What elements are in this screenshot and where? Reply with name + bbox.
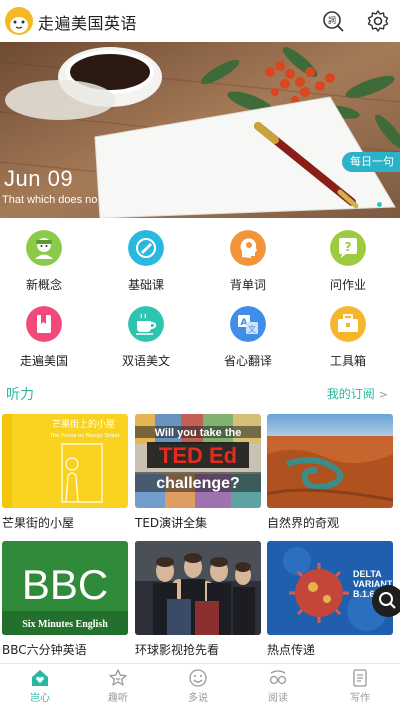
svg-text:?: ?	[345, 240, 352, 254]
head-icon	[230, 230, 266, 266]
my-subscriptions-link[interactable]: 我的订阅 >	[327, 385, 388, 402]
card-thumbnail: Will you take the TED Ed challenge?	[135, 414, 261, 508]
translate-icon: A 文	[230, 306, 266, 342]
carousel-indicator	[377, 202, 382, 207]
grid-item-toolbox[interactable]: 工具箱	[298, 306, 398, 376]
thumb-en-title: The House on Mango Street	[49, 433, 120, 439]
bottom-nav: 岂心 趣听 多说 阅读 写作	[0, 663, 400, 703]
svg-text:詞: 詞	[328, 15, 336, 25]
grid-label: 走遍美国	[19, 354, 68, 368]
thumb-bbc: BBC	[22, 561, 108, 608]
my-subscriptions-label: 我的订阅	[326, 387, 375, 401]
dictionary-search-icon[interactable]: 詞	[321, 9, 345, 33]
grid-label: 基础课	[127, 278, 164, 292]
question-icon: ?	[330, 230, 366, 266]
coffee-icon	[128, 306, 164, 342]
thumb-challenge: challenge?	[156, 475, 240, 492]
grid-item-family-album[interactable]: 走遍美国	[0, 306, 94, 376]
nav-label: 岂心	[30, 693, 50, 703]
person-icon	[26, 230, 62, 266]
smile-icon	[189, 669, 207, 687]
nav-item-read[interactable]: 阅读	[238, 664, 318, 703]
card-thumbnail: 芒果街上的小屋 The House on Mango Street	[2, 414, 128, 508]
book-icon	[128, 230, 164, 266]
card-title: 热点传递	[267, 643, 316, 657]
card-thumbnail	[267, 414, 393, 508]
grid-label: 省心翻译	[223, 354, 272, 368]
nav-label: 写作	[350, 693, 370, 703]
card-title: 环球影视抢先看	[135, 643, 220, 657]
grid-label: 双语美文	[121, 354, 170, 368]
daily-quote-banner[interactable]: Jun 09 That which does no 每日一句	[0, 42, 400, 218]
grid-label: 工具箱	[329, 354, 366, 368]
app-title: 走遍美国英语	[38, 14, 138, 33]
nav-label: 趣听	[108, 693, 128, 703]
fox-avatar-icon[interactable]	[4, 5, 34, 37]
grid-label: 问作业	[329, 278, 366, 292]
banner-quote: That which does no	[2, 194, 98, 206]
toolbox-icon	[330, 306, 366, 342]
daily-sentence-badge[interactable]: 每日一句	[342, 152, 400, 172]
nav-item-write[interactable]: 写作	[320, 664, 400, 703]
bookmark-icon	[26, 306, 62, 342]
thumb-question: Will you take the	[155, 427, 242, 439]
banner-date: Jun 09	[4, 166, 74, 191]
grid-label: 新概念	[25, 278, 62, 292]
card-title: 芒果街的小屋	[2, 516, 75, 530]
grid-item-new-concept[interactable]: 新概念	[0, 230, 94, 300]
nav-label: 阅读	[268, 693, 288, 703]
card-thumbnail	[135, 541, 261, 635]
nav-item-home[interactable]: 岂心	[0, 664, 80, 703]
home-heart-icon	[32, 670, 48, 686]
grid-label: 背单词	[229, 278, 266, 292]
floating-search-button[interactable]	[372, 585, 400, 617]
grid-item-translate[interactable]: A 文 省心翻译	[198, 306, 298, 376]
card-title: 自然界的奇观	[267, 516, 340, 530]
top-bar: 走遍美国英语 詞	[0, 0, 400, 42]
nav-item-listen[interactable]: 趣听	[78, 664, 158, 703]
nav-label: 多说	[188, 693, 208, 703]
svg-text:文: 文	[248, 324, 256, 334]
glasses-icon	[269, 670, 287, 685]
star-icon	[109, 669, 127, 686]
grid-item-homework[interactable]: ? 问作业	[298, 230, 398, 300]
card-thumbnail: BBC Six Minutes English	[2, 541, 128, 635]
ted-ed-logo: TED Ed	[159, 443, 237, 468]
section-title-listening: 听力	[6, 387, 34, 403]
thumb-cn-title: 芒果街上的小屋	[52, 418, 115, 430]
grid-item-basic-course[interactable]: 基础课	[96, 230, 196, 300]
grid-item-bilingual-essays[interactable]: 双语美文	[96, 306, 196, 376]
nav-item-speak[interactable]: 多说	[158, 664, 238, 703]
grid-item-vocabulary[interactable]: 背单词	[198, 230, 298, 300]
card-thumbnail: DELTA VARIANT B.1.617	[267, 541, 393, 635]
gear-icon[interactable]	[366, 9, 390, 33]
notebook-icon	[353, 669, 367, 687]
thumb-six-minutes: Six Minutes English	[22, 619, 108, 630]
card-title: BBC六分钟英语	[2, 643, 87, 657]
card-title: TED演讲全集	[135, 516, 208, 530]
chevron-right-icon: >	[378, 388, 388, 401]
